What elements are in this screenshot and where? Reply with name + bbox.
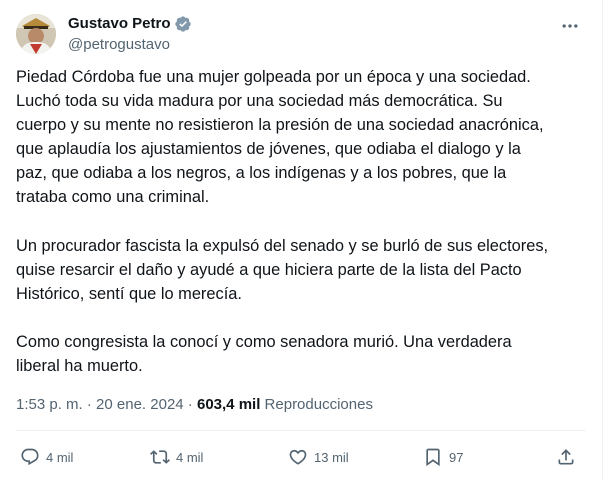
avatar[interactable]	[16, 14, 56, 54]
views-count[interactable]: 603,4 mil	[197, 396, 260, 413]
tweet-paragraph: Como congresista la conocí y como senado…	[16, 332, 512, 375]
retweet-count: 4 mil	[176, 449, 204, 465]
tweet-header: Gustavo Petro @petrogustavo	[16, 12, 586, 56]
retweet-button[interactable]: 4 mil	[150, 444, 203, 470]
display-name[interactable]: Gustavo Petro	[68, 14, 171, 34]
more-options-button[interactable]	[558, 14, 582, 38]
verified-badge-icon[interactable]	[174, 15, 192, 33]
tweet-card: Gustavo Petro @petrogustavo Piedad Córdo…	[0, 0, 603, 480]
reply-button[interactable]: 4 mil	[20, 444, 73, 470]
bookmark-icon	[426, 448, 440, 467]
heart-icon	[289, 449, 307, 465]
share-button[interactable]	[556, 444, 576, 470]
tweet-meta: 1:53 p. m. · 20 ene. 2024 · 603,4 mil Re…	[16, 395, 373, 415]
meta-separator: ·	[82, 396, 97, 413]
more-icon	[562, 24, 578, 28]
like-count: 13 mil	[314, 449, 349, 465]
tweet-date[interactable]: 20 ene. 2024	[96, 396, 184, 413]
reply-count: 4 mil	[46, 449, 74, 465]
tweet-actions: 4 mil 4 mil 13 mil 97	[0, 444, 603, 470]
meta-separator: ·	[183, 396, 197, 413]
share-icon	[558, 449, 574, 465]
retweet-icon	[150, 450, 170, 464]
avatar-image	[16, 14, 56, 54]
like-button[interactable]: 13 mil	[288, 444, 349, 470]
reply-icon	[21, 448, 39, 466]
tweet-text: Piedad Córdoba fue una mujer golpeada po…	[16, 65, 591, 378]
author-handle[interactable]: @petrogustavo	[68, 35, 192, 55]
views-label: Reproducciones	[264, 396, 373, 413]
tweet-paragraph: Piedad Córdoba fue una mujer golpeada po…	[16, 68, 544, 207]
tweet-paragraph: Un procurador fascista la expulsó del se…	[16, 236, 549, 303]
display-name-row: Gustavo Petro	[68, 14, 192, 34]
author-names: Gustavo Petro @petrogustavo	[68, 14, 192, 55]
bookmark-button[interactable]: 97	[423, 444, 463, 470]
tweet-time[interactable]: 1:53 p. m.	[16, 396, 83, 413]
divider	[16, 430, 586, 431]
bookmark-count: 97	[449, 449, 464, 465]
